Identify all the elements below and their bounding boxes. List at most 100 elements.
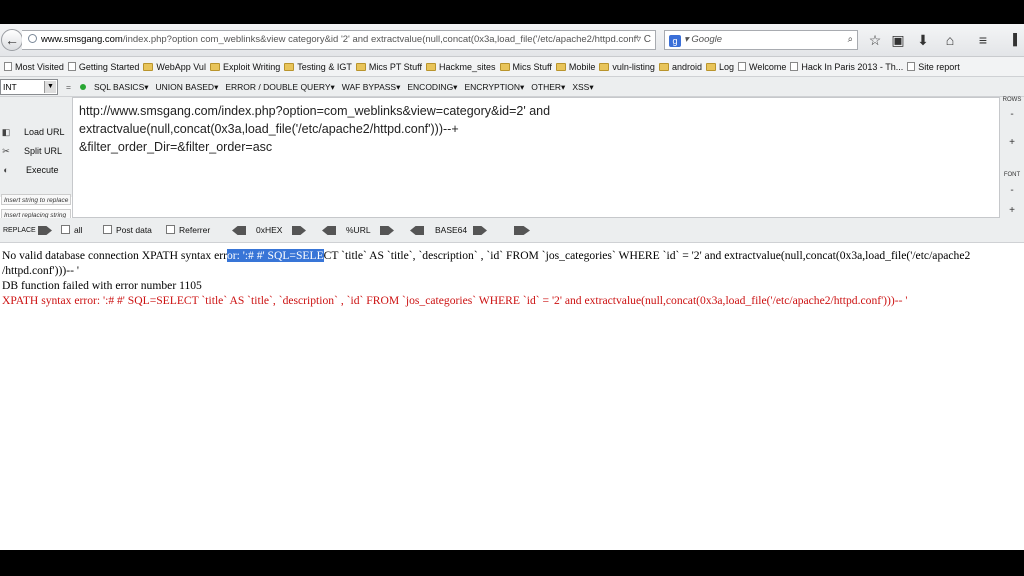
- checkbox-icon: [166, 225, 175, 234]
- search-engine-dropdown-icon[interactable]: ▾: [684, 34, 689, 45]
- bookmark-item[interactable]: android: [658, 57, 702, 76]
- hex-label: 0xHEX: [256, 225, 283, 235]
- folder-icon: [658, 63, 669, 71]
- replace-arrow-icon[interactable]: [38, 226, 52, 235]
- replace-string-input[interactable]: Insert string to replace: [1, 194, 71, 205]
- hackbar-menu-item[interactable]: OTHER▾: [531, 77, 565, 97]
- bookmark-item[interactable]: Most Visited: [4, 57, 64, 76]
- hackbar-menu-item[interactable]: XSS▾: [572, 77, 593, 97]
- url-encode-arrow-icon[interactable]: [380, 226, 394, 235]
- google-engine-icon[interactable]: g: [669, 35, 681, 47]
- url-path: /index.php?option com_weblinks&view cate…: [122, 34, 639, 45]
- hackbar-menu-item[interactable]: WAF BYPASS▾: [342, 77, 401, 97]
- rows-minus-button[interactable]: -: [1000, 109, 1024, 120]
- hackbar-menu-item[interactable]: ERROR / DOUBLE QUERY▾: [225, 77, 334, 97]
- hackbar-menu-item[interactable]: ENCODING▾: [407, 77, 457, 97]
- bookmark-item[interactable]: Getting Started: [67, 57, 139, 76]
- bookmarks-bar: Most Visited Getting Started WebApp Vul Exp…: [0, 57, 1024, 77]
- bookmark-item[interactable]: Hack In Paris 2013 - Th...: [790, 57, 903, 76]
- folder-icon: [499, 63, 510, 71]
- search-placeholder: Google: [691, 34, 723, 45]
- home-icon[interactable]: ⌂: [941, 31, 959, 49]
- chevron-down-icon[interactable]: ▼: [44, 81, 56, 93]
- hackbar-menu-item[interactable]: ENCRYPTION▾: [464, 77, 524, 97]
- page-icon: [738, 62, 747, 71]
- int-select[interactable]: INT ▼: [0, 79, 58, 95]
- bookmark-item[interactable]: WebApp Vul: [143, 57, 206, 76]
- all-checkbox[interactable]: all: [61, 218, 83, 243]
- page-icon: [907, 62, 916, 71]
- hackbar-menu-item[interactable]: UNION BASED▾: [156, 77, 219, 97]
- folder-icon: [209, 63, 220, 71]
- hackbar-size-controls: ROWS - + FONT - +: [1000, 97, 1024, 218]
- folder-icon: [426, 63, 437, 71]
- load-url-icon: ◧: [1, 127, 11, 137]
- execute-button[interactable]: ◐ Execute: [0, 161, 72, 179]
- replace-label[interactable]: REPLACE: [3, 218, 36, 243]
- execute-icon: ◐: [3, 165, 9, 175]
- download-icon[interactable]: ⬇: [914, 31, 932, 49]
- post-data-checkbox[interactable]: Post data: [103, 218, 152, 243]
- menu-icon[interactable]: ≡: [974, 31, 992, 49]
- int-select-value: INT: [3, 82, 17, 92]
- folder-icon: [284, 63, 295, 71]
- bookmark-item[interactable]: Mobile: [555, 57, 595, 76]
- status-dot-icon: [80, 84, 86, 90]
- page-icon: [790, 62, 799, 71]
- split-url-icon: ✂: [2, 146, 10, 156]
- folder-icon: [705, 63, 716, 71]
- error-line-1: No valid database connection XPATH synta…: [2, 249, 971, 262]
- search-bar[interactable]: g ▾ Google ⌕: [664, 30, 858, 50]
- back-button[interactable]: ←: [1, 29, 23, 51]
- db-error-line: DB function failed with error number 110…: [2, 279, 202, 292]
- folder-icon: [599, 63, 610, 71]
- bookmark-item[interactable]: Mics PT Stuff: [355, 57, 422, 76]
- base64-encode-arrow-icon[interactable]: [473, 226, 487, 235]
- xpath-error-message: XPATH syntax error: ':# #' SQL=SELECT `t…: [2, 294, 908, 307]
- split-url-button[interactable]: ✂ Split URL: [0, 142, 72, 160]
- bookmark-item[interactable]: Log: [705, 57, 734, 76]
- url-dropdown-reload-icons[interactable]: ▿ C: [636, 31, 651, 49]
- overflow-icon[interactable]: ▐: [1004, 31, 1022, 49]
- equals-icon: =: [66, 82, 71, 92]
- hackbar-actions: ◧ Load URL ✂ Split URL ◐ Execute Insert str…: [0, 97, 72, 205]
- font-plus-button[interactable]: +: [1000, 205, 1024, 216]
- hackbar-menu-item[interactable]: SQL BASICS▾: [94, 77, 149, 97]
- hex-decode-arrow-icon[interactable]: [232, 226, 246, 235]
- hackbar-toolbar: INT ▼ = SQL BASICS▾ UNION BASED▾ ERROR / D…: [0, 77, 1024, 97]
- url-label: %URL: [346, 225, 371, 235]
- hex-encode-arrow-icon[interactable]: [292, 226, 306, 235]
- hackbar-url-textarea[interactable]: http://www.smsgang.com/index.php?option=…: [72, 97, 1000, 218]
- font-label: FONT: [1003, 172, 1021, 178]
- load-url-button[interactable]: ◧ Load URL: [0, 123, 72, 141]
- url-domain: www.smsgang.com: [41, 34, 123, 45]
- folder-icon: [555, 63, 566, 71]
- bookmark-item[interactable]: Mics Stuff: [499, 57, 552, 76]
- folder-icon: [355, 63, 366, 71]
- referrer-checkbox[interactable]: Referrer: [166, 218, 210, 243]
- search-magnifier-icon[interactable]: ⌕: [848, 31, 853, 49]
- folder-icon: [143, 63, 154, 71]
- globe-icon: [28, 34, 37, 43]
- checkbox-icon: [103, 225, 112, 234]
- next-arrow-icon[interactable]: [514, 226, 530, 235]
- clipboard-icon[interactable]: ▣: [889, 31, 907, 49]
- base64-decode-arrow-icon[interactable]: [410, 226, 424, 235]
- bookmark-item[interactable]: Exploit Writing: [209, 57, 280, 76]
- star-icon[interactable]: ☆: [866, 31, 884, 49]
- url-decode-arrow-icon[interactable]: [322, 226, 336, 235]
- rows-plus-button[interactable]: +: [1000, 137, 1024, 148]
- bookmark-item[interactable]: Welcome: [738, 57, 786, 76]
- bookmark-item[interactable]: Hackme_sites: [426, 57, 496, 76]
- page-content: No valid database connection XPATH synta…: [0, 244, 1024, 550]
- bookmark-item[interactable]: Testing & IGT: [284, 57, 352, 76]
- bookmark-item[interactable]: Site report: [907, 57, 960, 76]
- page-icon: [67, 62, 76, 71]
- url-bar[interactable]: www.smsgang.com/index.php?option com_web…: [22, 30, 656, 50]
- selected-text[interactable]: or: ':# #' SQL=SELE: [226, 249, 324, 262]
- hackbar-bottom-row: REPLACE all Post data Referrer 0xHEX %UR…: [0, 218, 1024, 243]
- bookmark-item[interactable]: vuln-listing: [599, 57, 655, 76]
- back-arrow-icon: ←: [5, 32, 19, 48]
- checkbox-icon: [61, 225, 70, 234]
- font-minus-button[interactable]: -: [1000, 185, 1024, 196]
